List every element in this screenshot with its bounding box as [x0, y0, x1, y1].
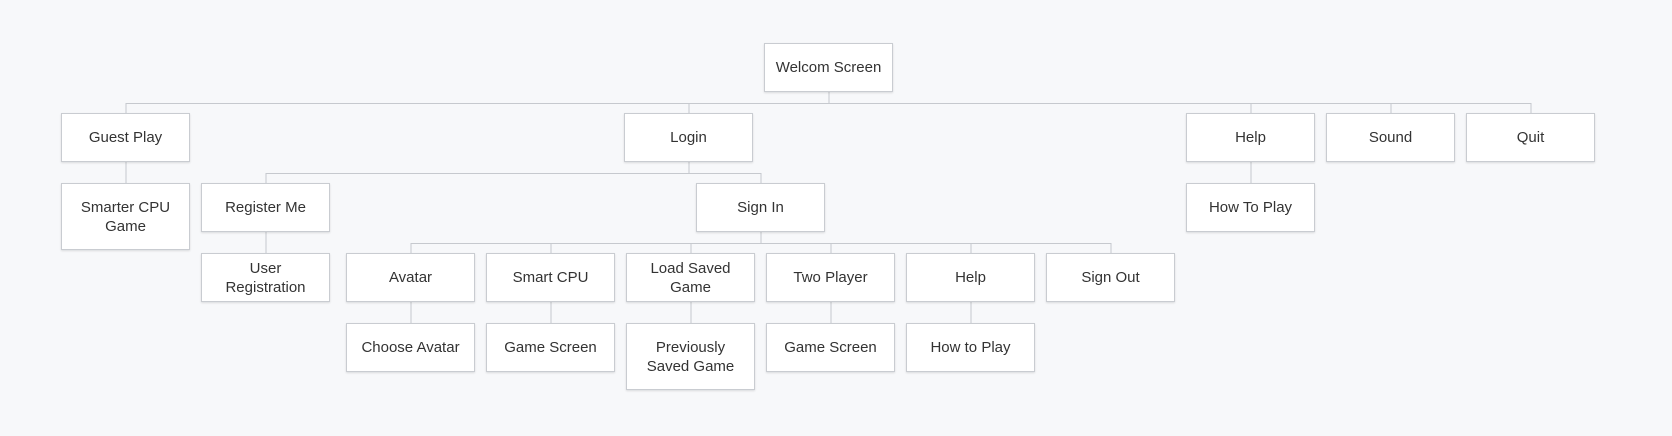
node-game-screen-1[interactable]: Game Screen — [486, 323, 615, 372]
node-help[interactable]: Help — [1186, 113, 1315, 162]
node-choose-avatar[interactable]: Choose Avatar — [346, 323, 475, 372]
node-label: Choose Avatar — [361, 339, 460, 356]
node-label: Login — [670, 129, 707, 146]
connector-welcome-guest-play — [125, 92, 830, 113]
connector-welcome-quit — [828, 92, 1532, 113]
node-label: Two Player — [793, 269, 868, 286]
node-how-to-play-sub[interactable]: How to Play — [906, 323, 1035, 372]
node-quit[interactable]: Quit — [1466, 113, 1595, 162]
node-label: Avatar — [388, 269, 433, 286]
connector-welcome-login — [688, 92, 830, 113]
node-label: Smarter CPU Game — [80, 198, 171, 235]
node-game-screen-2[interactable]: Game Screen — [766, 323, 895, 372]
node-load-saved-game[interactable]: Load Saved Game — [626, 253, 755, 302]
node-smarter-cpu-game[interactable]: Smarter CPU Game — [61, 183, 190, 250]
node-previously-saved-game[interactable]: Previously Saved Game — [626, 323, 755, 390]
node-login[interactable]: Login — [624, 113, 753, 162]
connector-sign-in-avatar — [410, 232, 762, 253]
node-label: Register Me — [225, 199, 306, 216]
node-sound[interactable]: Sound — [1326, 113, 1455, 162]
node-guest-play[interactable]: Guest Play — [61, 113, 190, 162]
connector-sign-in-sign-out — [760, 232, 1112, 253]
node-label: Sign Out — [1081, 269, 1140, 286]
connector-sign-in-smart-cpu — [550, 232, 762, 253]
connector-sign-in-two-player — [760, 232, 832, 253]
node-avatar[interactable]: Avatar — [346, 253, 475, 302]
connector-login-register-me — [265, 162, 690, 183]
node-label: Previously Saved Game — [646, 338, 735, 375]
node-sign-out[interactable]: Sign Out — [1046, 253, 1175, 302]
connector-welcome-sound — [828, 92, 1392, 113]
node-smart-cpu[interactable]: Smart CPU — [486, 253, 615, 302]
node-label: Game Screen — [504, 339, 597, 356]
node-label: Game Screen — [784, 339, 877, 356]
node-user-registration[interactable]: User Registration — [201, 253, 330, 302]
node-register-me[interactable]: Register Me — [201, 183, 330, 232]
node-two-player[interactable]: Two Player — [766, 253, 895, 302]
node-sign-in[interactable]: Sign In — [696, 183, 825, 232]
node-label: Quit — [1516, 129, 1545, 146]
connector-sign-in-load-saved-game — [690, 232, 762, 253]
hierarchy-diagram: Welcom Screen Guest Play Login Help Sound Qui… — [0, 0, 1672, 436]
node-welcome[interactable]: Welcom Screen — [764, 43, 893, 92]
node-label: Welcom Screen — [775, 59, 882, 76]
node-label: Help — [1235, 129, 1266, 146]
node-label: Sound — [1368, 129, 1413, 146]
node-help-sub[interactable]: Help — [906, 253, 1035, 302]
node-label: Smart CPU — [512, 269, 589, 286]
connector-login-sign-in — [688, 162, 762, 183]
node-label: How To Play — [1208, 199, 1293, 216]
node-label: Load Saved Game — [650, 259, 731, 296]
node-label: How to Play — [930, 339, 1011, 356]
node-label: Help — [955, 269, 986, 286]
connector-sign-in-help-sub — [760, 232, 972, 253]
connector-welcome-help — [828, 92, 1252, 113]
node-label: Guest Play — [88, 129, 163, 146]
node-label: Sign In — [737, 199, 784, 216]
node-label: User Registration — [225, 259, 306, 296]
node-how-to-play-top[interactable]: How To Play — [1186, 183, 1315, 232]
